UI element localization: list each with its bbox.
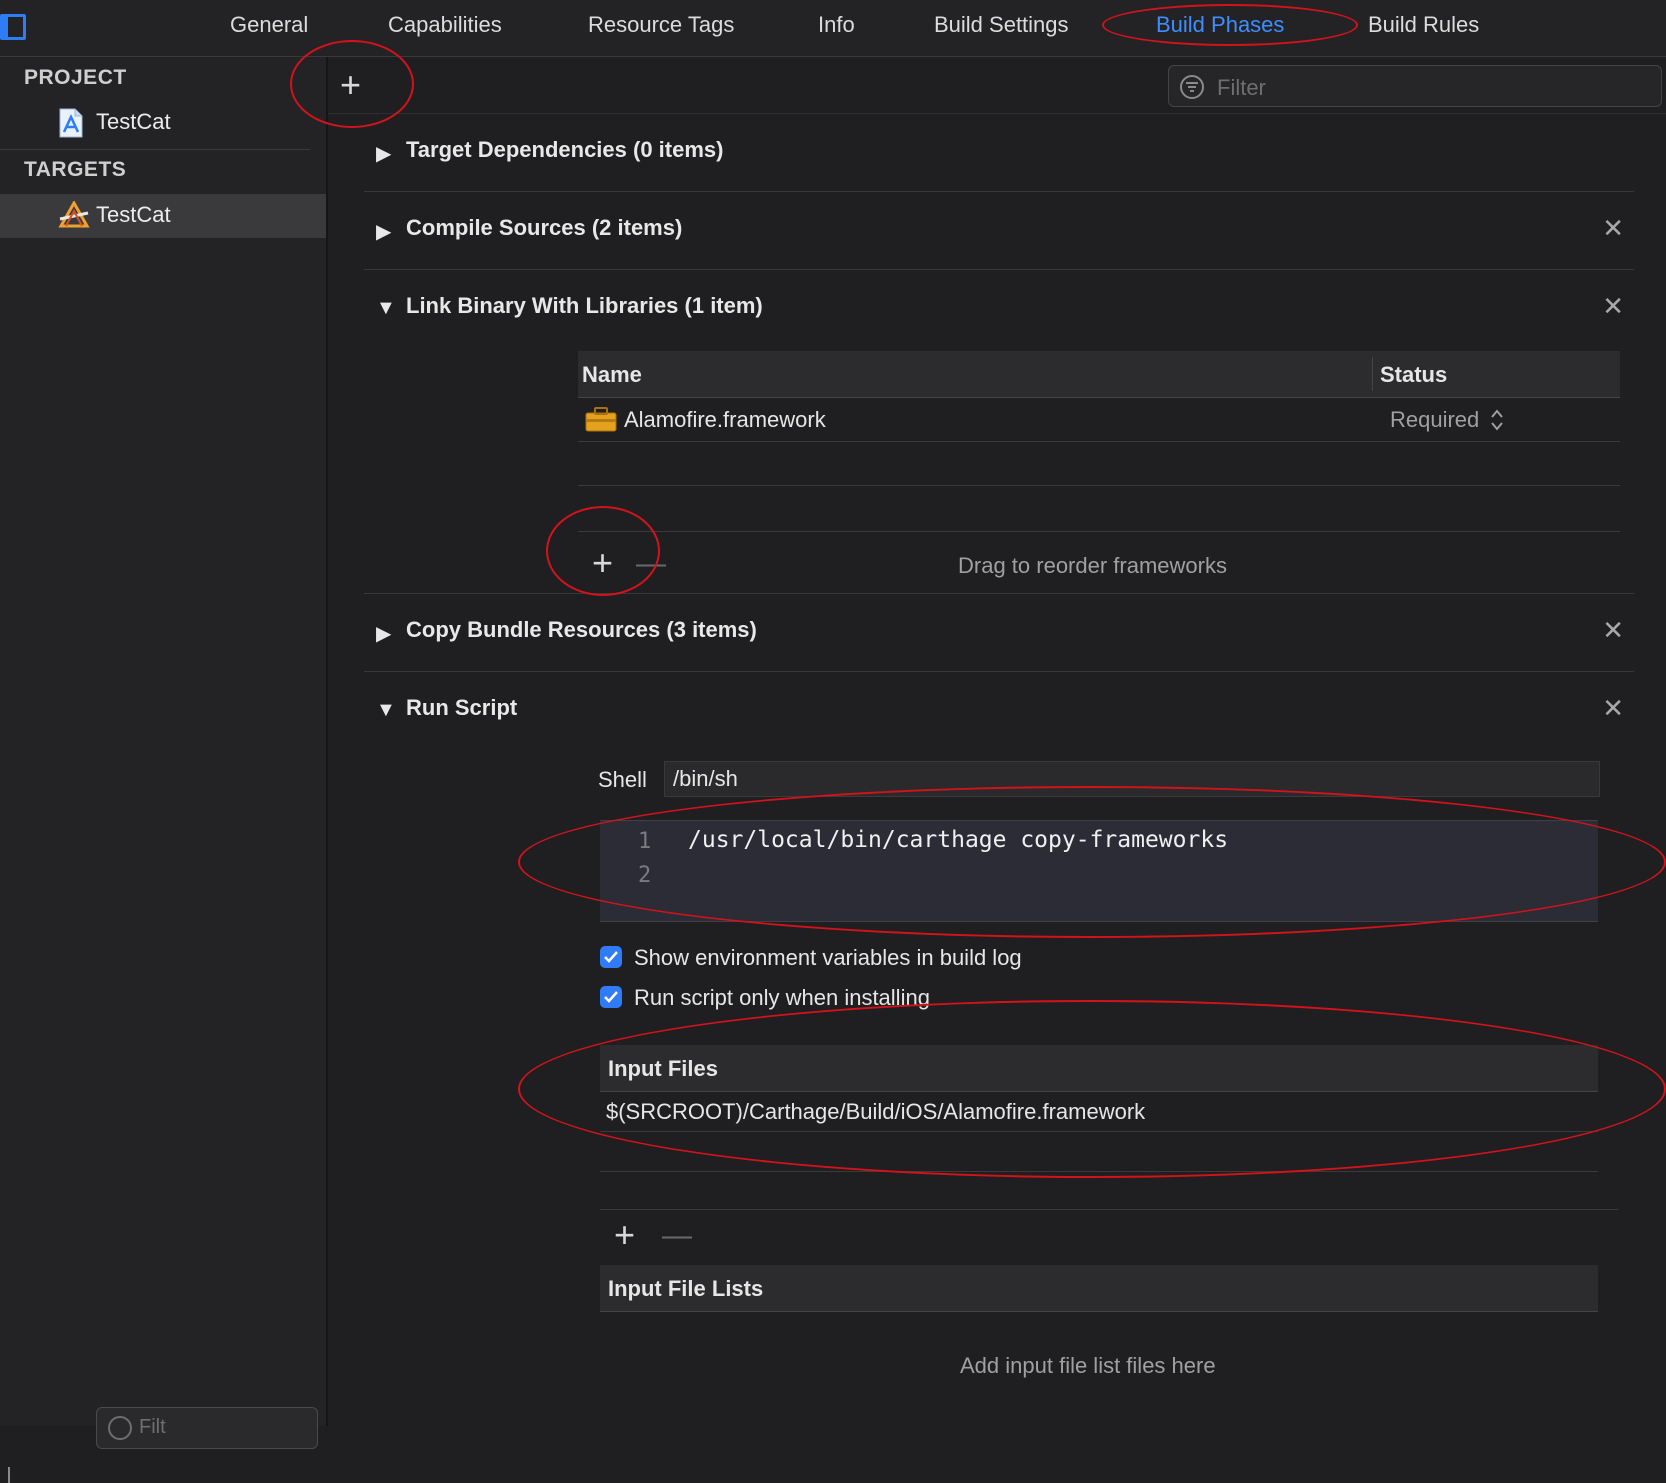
chevron-updown-icon[interactable] xyxy=(1490,408,1504,432)
phase-compile-sources[interactable]: ▶ Compile Sources (2 items) ✕ xyxy=(364,191,1634,270)
disclosure-right-icon[interactable]: ▶ xyxy=(376,219,391,244)
checkmark-icon xyxy=(604,991,618,1003)
show-env-label[interactable]: Show environment variables in build log xyxy=(634,945,1022,971)
input-files-title: Input Files xyxy=(608,1056,718,1081)
install-only-checkbox[interactable] xyxy=(600,986,622,1008)
phase-target-dependencies[interactable]: ▶ Target Dependencies (0 items) xyxy=(364,113,1634,192)
phase-link-binary: ▼ Link Binary With Libraries (1 item) ✕ … xyxy=(364,269,1634,594)
add-framework-button[interactable]: + xyxy=(592,545,613,581)
code-line: /usr/local/bin/carthage copy-frameworks xyxy=(688,827,1229,853)
input-file-path: $(SRCROOT)/Carthage/Build/iOS/Alamofire.… xyxy=(606,1099,1146,1124)
column-divider xyxy=(1372,357,1373,391)
line-number: 2 xyxy=(638,863,652,888)
library-name: Alamofire.framework xyxy=(624,407,826,432)
sidebar-divider xyxy=(0,149,310,150)
shell-label: Shell xyxy=(598,767,647,792)
input-files-header: Input Files xyxy=(600,1045,1598,1092)
line-number: 1 xyxy=(638,829,652,854)
input-file-lists-hint: Add input file list files here xyxy=(960,1353,1216,1378)
phases-filter-input[interactable]: Filter xyxy=(1168,65,1662,107)
list-item[interactable]: $(SRCROOT)/Carthage/Build/iOS/Alamofire.… xyxy=(600,1091,1598,1132)
shell-input[interactable]: /bin/sh xyxy=(664,761,1600,797)
sidebar-filter-input[interactable]: Filt xyxy=(96,1407,318,1449)
script-editor[interactable]: 1 /usr/local/bin/carthage copy-framework… xyxy=(600,820,1598,922)
project-navigator-sidebar: PROJECT TestCat TARGETS TestCat Filt xyxy=(0,57,328,1483)
tab-build-phases[interactable]: Build Phases xyxy=(1156,12,1284,38)
filter-placeholder: Filter xyxy=(1217,75,1266,100)
sidebar-filter-placeholder: Filt xyxy=(139,1416,166,1438)
phase-title: Target Dependencies (0 items) xyxy=(406,137,724,162)
add-input-file-button[interactable]: + xyxy=(614,1217,635,1253)
remove-input-file-button[interactable]: — xyxy=(662,1221,692,1251)
project-file-icon xyxy=(59,108,83,138)
row-separator xyxy=(600,1209,1618,1210)
add-build-phase-button[interactable]: + xyxy=(340,67,361,103)
app-target-icon xyxy=(58,201,90,228)
tab-build-settings[interactable]: Build Settings xyxy=(934,12,1069,38)
sidebar-toggle-icon[interactable] xyxy=(0,14,26,40)
table-row[interactable]: Alamofire.framework Required xyxy=(578,397,1620,442)
delete-phase-icon[interactable]: ✕ xyxy=(1602,213,1624,244)
checkmark-icon xyxy=(604,951,618,963)
tab-info[interactable]: Info xyxy=(818,12,855,38)
disclosure-right-icon[interactable]: ▶ xyxy=(376,141,391,166)
row-separator xyxy=(578,531,1620,532)
phase-run-script: ▼ Run Script ✕ xyxy=(364,671,1634,749)
reorder-hint: Drag to reorder frameworks xyxy=(958,553,1227,578)
disclosure-right-icon[interactable]: ▶ xyxy=(376,621,391,646)
sidebar-edge-marker xyxy=(8,1467,10,1483)
project-name: TestCat xyxy=(96,109,171,134)
delete-phase-icon[interactable]: ✕ xyxy=(1602,291,1624,322)
libraries-table-header: Name Status xyxy=(578,351,1620,398)
editor-tab-bar: General Capabilities Resource Tags Info … xyxy=(0,0,1666,57)
project-section-header: PROJECT xyxy=(24,66,127,89)
phase-copy-bundle-resources[interactable]: ▶ Copy Bundle Resources (3 items) ✕ xyxy=(364,593,1634,672)
framework-toolbox-icon xyxy=(585,407,617,432)
library-status[interactable]: Required xyxy=(1390,407,1479,433)
tab-capabilities[interactable]: Capabilities xyxy=(388,12,502,38)
row-separator xyxy=(578,485,1620,486)
column-name[interactable]: Name xyxy=(582,362,642,388)
phase-title: Link Binary With Libraries (1 item) xyxy=(406,293,763,318)
sidebar-item-project[interactable]: TestCat xyxy=(0,101,326,145)
show-env-checkbox[interactable] xyxy=(600,946,622,968)
row-separator xyxy=(600,1171,1598,1172)
targets-section-header: TARGETS xyxy=(24,158,127,181)
sidebar-item-target[interactable]: TestCat xyxy=(0,194,326,238)
disclosure-down-icon[interactable]: ▼ xyxy=(376,699,396,722)
tab-build-rules[interactable]: Build Rules xyxy=(1368,12,1479,38)
phase-title: Run Script xyxy=(406,695,518,720)
input-file-lists-header: Input File Lists xyxy=(600,1265,1598,1312)
phase-title: Copy Bundle Resources (3 items) xyxy=(406,617,757,642)
input-file-lists-title: Input File Lists xyxy=(608,1276,764,1301)
delete-phase-icon[interactable]: ✕ xyxy=(1602,693,1624,724)
shell-value: /bin/sh xyxy=(673,766,738,791)
build-phases-editor: + Filter ▶ Target Dependencies (0 items)… xyxy=(328,57,1666,1426)
target-name: TestCat xyxy=(96,202,171,227)
tab-resource-tags[interactable]: Resource Tags xyxy=(588,12,734,38)
phase-title: Compile Sources (2 items) xyxy=(406,215,683,240)
filter-icon xyxy=(1180,75,1204,99)
filter-icon xyxy=(108,1416,132,1440)
tab-general[interactable]: General xyxy=(230,12,308,38)
disclosure-down-icon[interactable]: ▼ xyxy=(376,297,396,320)
remove-framework-button[interactable]: — xyxy=(636,549,666,579)
phases-toolbar: + Filter xyxy=(328,57,1666,114)
column-status[interactable]: Status xyxy=(1380,362,1447,388)
install-only-label[interactable]: Run script only when installing xyxy=(634,985,930,1011)
delete-phase-icon[interactable]: ✕ xyxy=(1602,615,1624,646)
